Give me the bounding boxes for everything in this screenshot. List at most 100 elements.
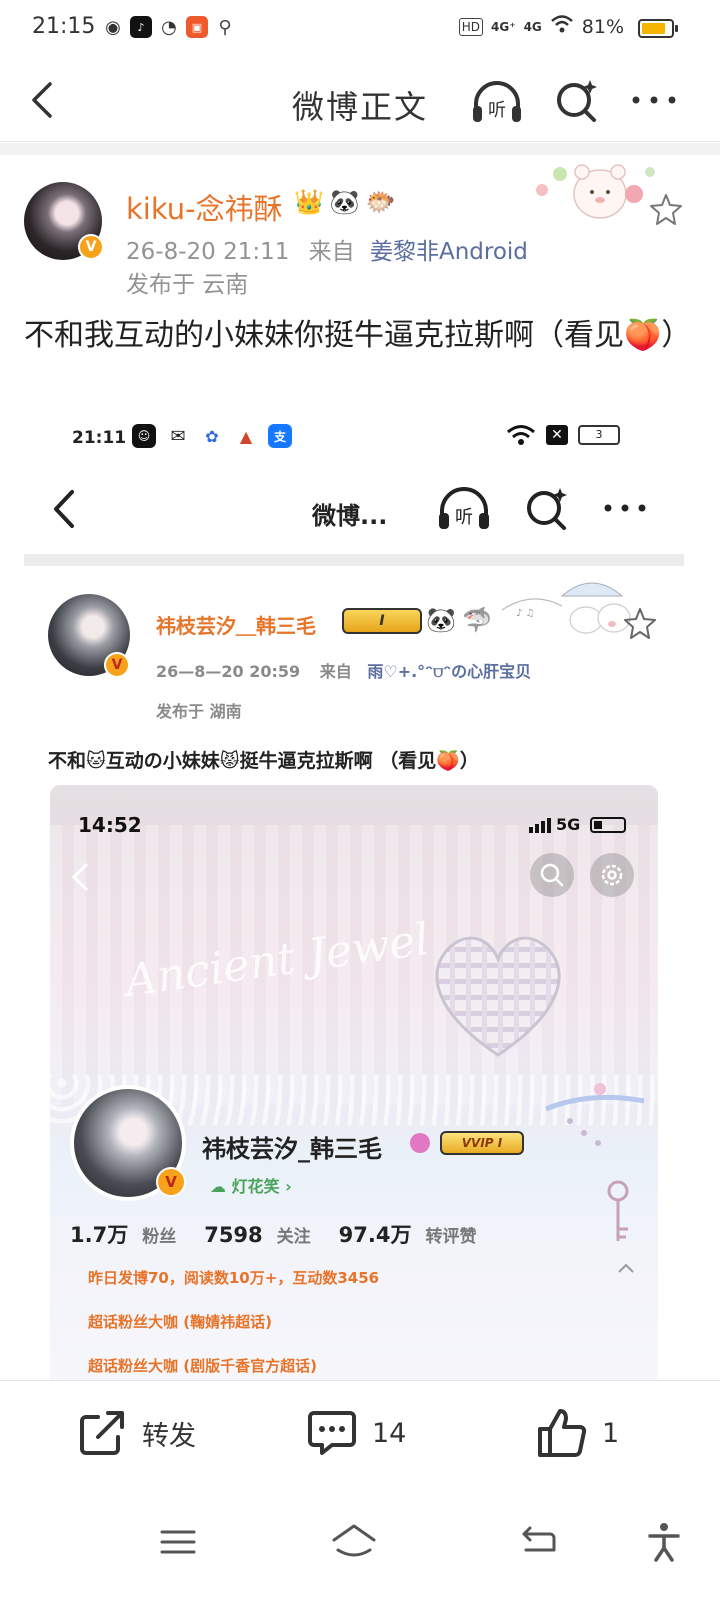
profile-badge-icon <box>410 1133 430 1153</box>
comment-icon <box>308 1411 356 1455</box>
image-battery: 3 <box>578 425 620 445</box>
image-panda-icon: 🐼 <box>426 606 456 634</box>
repost-label: 转发 <box>142 1420 196 1452</box>
following-label: 关注 <box>276 1227 311 1247</box>
home-button[interactable] <box>330 1520 378 1564</box>
svg-text:听: 听 <box>488 100 506 121</box>
more-button[interactable] <box>628 80 680 120</box>
location-icon: ⚲ <box>214 16 236 38</box>
image-alipay-icon: 支 <box>268 424 292 448</box>
headphones-icon: 听 <box>473 81 521 122</box>
listen-button[interactable]: 听 <box>470 78 524 126</box>
status-signals: HD 4G⁺ 4G 81% <box>458 14 624 39</box>
image-post-text: 不和🐱互动の小妹妹😾挺牛逼克拉斯啊 （看见🍑） <box>48 750 479 772</box>
like-count: 1 <box>602 1417 620 1449</box>
profile-network: 5G <box>556 815 581 834</box>
wifi-icon <box>550 14 574 39</box>
repost-button[interactable]: 转发 <box>76 1407 196 1459</box>
status-bar: 21:15 ◉ ♪ ◔ ▣ ⚲ HD 4G⁺ 4G 81% <box>0 0 720 60</box>
image-wifi-icon <box>507 425 535 445</box>
search-button[interactable] <box>554 78 600 124</box>
share-icon <box>80 1411 124 1455</box>
interaction-label: 转评赞 <box>425 1227 477 1247</box>
post-time: 26-8-20 21:11 <box>126 239 290 265</box>
page-title: 微博正文 <box>291 88 428 126</box>
image-title: 微博... <box>312 502 388 530</box>
more-dots-icon <box>632 96 676 104</box>
profile-vvip-badge: VVIP I <box>440 1131 524 1155</box>
user-badges: 👑 🐼 🐡 <box>294 188 396 216</box>
image-app-icon-1: ☺ <box>132 424 156 448</box>
post-username[interactable]: kiku-念祎酥 <box>126 186 283 228</box>
battery-fill <box>642 23 665 34</box>
profile-back-icon <box>68 861 92 893</box>
image-shark-icon: 🦈 <box>462 606 492 634</box>
profile-stats: 1.7万 粉丝 7598 关注 97.4万 转评赞 <box>70 1219 490 1249</box>
post-meta: 26-8-20 21:11 来自 姜黎非Android <box>126 232 528 266</box>
post-action-bar: 转发 14 1 <box>0 1380 720 1490</box>
interaction-count: 97.4万 <box>338 1223 412 1247</box>
battery-icon <box>638 19 678 38</box>
image-star-icon <box>622 606 658 642</box>
return-icon <box>522 1526 556 1552</box>
image-wechat-icon: ✉ <box>166 424 190 448</box>
menu-button[interactable] <box>156 1520 200 1564</box>
profile-battery-icon <box>590 817 626 833</box>
source-prefix: 来自 <box>308 239 355 265</box>
image-source: 雨♡+.°ᵔ⩌ᵔの心肝宝贝 <box>367 662 532 681</box>
profile-signal-icon <box>529 817 551 833</box>
profile-info-line: 昨日发博70，阅读数10万+，互动数3456 <box>88 1269 380 1287</box>
profile-screenshot: Ancient Jewel 14:52 5G V 祎枝芸汐_韩三毛 VVIP I <box>50 785 658 1380</box>
image-datetime: 26—8—20 20:59 <box>156 662 301 681</box>
image-vip-badge: I <box>342 608 422 634</box>
home-icon <box>332 1524 376 1557</box>
profile-signal: 5G <box>528 815 580 834</box>
signal-1-icon: 4G⁺ <box>491 19 516 34</box>
status-time: 21:15 <box>32 14 96 39</box>
image-meta: 26—8—20 20:59 来自 雨♡+.°ᵔ⩌ᵔの心肝宝贝 <box>156 658 531 682</box>
browser-icon: ◔ <box>158 16 180 38</box>
image-close-icon: ✕ <box>546 425 568 445</box>
chevron-up-icon <box>618 1263 634 1273</box>
plaid-heart-decoration <box>435 936 561 1057</box>
image-status-time: 21:11 <box>72 428 127 448</box>
comment-button[interactable]: 14 <box>306 1407 406 1459</box>
image-baidu-icon: ✿ <box>200 424 224 448</box>
fish-badge-icon: 🐡 <box>365 188 396 216</box>
image-divider <box>24 554 684 566</box>
system-nav-bar <box>0 1490 720 1600</box>
accessibility-button[interactable] <box>642 1520 686 1564</box>
status-app-icons: ◉ ♪ ◔ ▣ ⚲ <box>102 16 236 38</box>
top-nav-bar: 微博正文 听 <box>0 60 720 142</box>
battery-tip <box>675 25 678 32</box>
like-button[interactable]: 1 <box>536 1407 619 1459</box>
image-headphones-icon: 听 <box>436 486 492 532</box>
post-image[interactable]: 21:11 ☺ ✉ ✿ ▲ 支 ✕ 3 微博... 听 V 祎枝芸汐＿韩三毛 I… <box>22 420 694 1380</box>
followers-count: 1.7万 <box>70 1223 129 1247</box>
verified-badge-icon: V <box>78 234 104 260</box>
followers-label: 粉丝 <box>142 1227 177 1247</box>
accessibility-icon <box>648 1523 680 1562</box>
battery-percent: 81% <box>581 15 624 38</box>
favorite-star-button[interactable] <box>648 192 684 228</box>
crown-level-badge-icon: 👑 <box>294 188 324 216</box>
profile-info-line: 超话粉丝大咖 (剧版千香官方超话) <box>88 1357 317 1375</box>
star-icon <box>650 194 682 225</box>
thumbs-up-icon <box>538 1409 587 1457</box>
profile-lamp-tag: ☁ 灯花笑 › <box>210 1177 292 1196</box>
profile-verified-icon: V <box>156 1167 186 1197</box>
app-icon: ▣ <box>186 16 208 38</box>
tiktok-icon: ♪ <box>130 16 152 38</box>
profile-search-icon <box>530 853 574 897</box>
post-text: 不和我互动的小妹妹你挺牛逼克拉斯啊（看见🍑） <box>24 318 692 353</box>
post-source-link[interactable]: 姜黎非Android <box>370 239 528 265</box>
profile-settings-icon <box>590 853 634 897</box>
image-search-icon <box>524 486 570 532</box>
image-source-prefix: 来自 <box>319 662 352 681</box>
image-back-icon <box>48 488 82 530</box>
image-location: 发布于 湖南 <box>156 702 242 721</box>
menu-icon <box>160 1530 196 1554</box>
image-verified-icon: V <box>104 652 130 678</box>
back-nav-button[interactable] <box>516 1520 560 1564</box>
image-status-right: ✕ 3 <box>506 424 620 446</box>
